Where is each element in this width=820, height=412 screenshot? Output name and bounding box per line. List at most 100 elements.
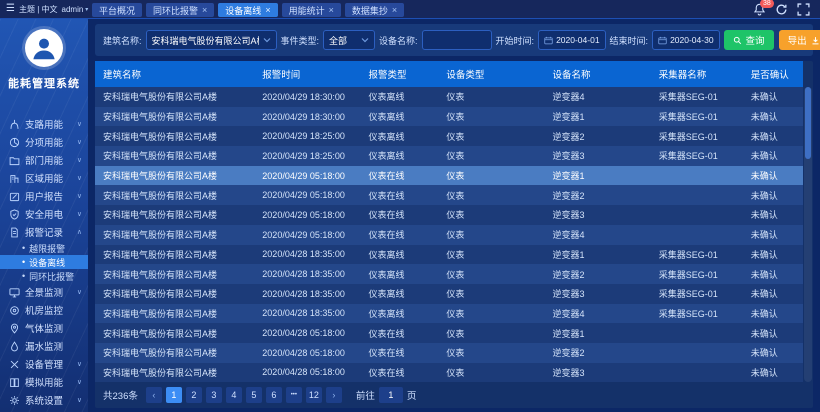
table-cell <box>651 363 743 382</box>
sidebar-item-label: 设备管理 <box>25 357 72 371</box>
table-cell: 未确认 <box>743 264 803 284</box>
sidebar-item-user-report[interactable]: 用户报告∨ <box>0 187 88 205</box>
goto-page-input[interactable] <box>379 387 403 403</box>
export-button[interactable]: 导出 <box>779 30 820 50</box>
table-cell: 仪表 <box>438 126 544 146</box>
bullet-icon: • <box>22 258 25 267</box>
start-date-picker[interactable]: 2020-04-01 <box>538 30 605 50</box>
table-cell: 仪表在线 <box>360 205 438 225</box>
page-button-4[interactable]: 4 <box>226 387 242 403</box>
submenu-item-label: 同环比报警 <box>29 270 74 283</box>
sidebar-item-simulation-energy[interactable]: 模拟用能∨ <box>0 373 88 391</box>
building-select[interactable]: 安科瑞电气股份有限公司A楼 <box>146 30 277 50</box>
table-row[interactable]: 安科瑞电气股份有限公司A楼2020/04/29 05:18:00仪表在线仪表逆变… <box>95 166 803 186</box>
tab-device-offline[interactable]: 设备离线× <box>218 3 277 17</box>
event-type-select-value: 全部 <box>329 34 347 47</box>
page-button-12[interactable]: 12 <box>306 387 322 403</box>
page-button-1[interactable]: 1 <box>166 387 182 403</box>
sidebar-item-device-mgmt[interactable]: 设备管理∨ <box>0 355 88 373</box>
close-icon[interactable]: × <box>329 6 334 15</box>
table-cell: 未确认 <box>743 126 803 146</box>
sidebar-item-system-settings[interactable]: 系统设置∨ <box>0 391 88 409</box>
page-button-5[interactable]: 5 <box>246 387 262 403</box>
fullscreen-icon[interactable] <box>797 3 810 16</box>
page-button-2[interactable]: 2 <box>186 387 202 403</box>
table-row[interactable]: 安科瑞电气股份有限公司A楼2020/04/29 18:25:00仪表离线仪表逆变… <box>95 146 803 166</box>
tab-energy-stats[interactable]: 用能统计× <box>282 3 341 17</box>
sidebar-item-alarm-records[interactable]: 报警记录∧ <box>0 223 88 241</box>
table-cell: 仪表在线 <box>360 185 438 205</box>
chevron-down-icon <box>263 36 271 44</box>
theme-language-switcher[interactable]: 主题 | 中文 <box>19 4 58 15</box>
close-icon[interactable]: × <box>265 6 270 15</box>
device-name-input[interactable] <box>422 30 492 50</box>
table-cell: 仪表 <box>438 107 544 127</box>
close-icon[interactable]: × <box>392 6 397 15</box>
sidebar-subitem-yoy-alarm[interactable]: • 同环比报警 <box>0 269 88 283</box>
table-row[interactable]: 安科瑞电气股份有限公司A楼2020/04/28 18:35:00仪表离线仪表逆变… <box>95 264 803 284</box>
sidebar-item-subitem-energy[interactable]: 分项用能∨ <box>0 133 88 151</box>
table-cell: 仪表离线 <box>360 284 438 304</box>
table-row[interactable]: 安科瑞电气股份有限公司A楼2020/04/29 05:18:00仪表在线仪表逆变… <box>95 205 803 225</box>
ellipsis-pages-button[interactable]: ••• <box>286 387 302 403</box>
prev-page-button[interactable]: ‹ <box>146 387 162 403</box>
tab-label: 同环比报警 <box>153 4 198 17</box>
table-cell: 采集器SEG-01 <box>651 87 743 107</box>
table-row[interactable]: 安科瑞电气股份有限公司A楼2020/04/28 18:35:00仪表离线仪表逆变… <box>95 245 803 265</box>
shield-icon <box>9 209 20 220</box>
tab-yoy-alarm[interactable]: 同环比报警 × <box>146 3 214 17</box>
event-type-select[interactable]: 全部 <box>323 30 375 50</box>
sidebar-item-gas-monitor[interactable]: 气体监测 <box>0 319 88 337</box>
table-cell: 仪表离线 <box>360 146 438 166</box>
vertical-scrollbar[interactable] <box>804 87 812 382</box>
chevron-down-icon: ∨ <box>77 396 82 404</box>
sidebar-item-department-energy[interactable]: 部门用能∨ <box>0 151 88 169</box>
sidebar-item-label: 用户报告 <box>25 189 72 203</box>
table-row[interactable]: 安科瑞电气股份有限公司A楼2020/04/28 05:18:00仪表在线仪表逆变… <box>95 343 803 363</box>
sidebar-item-area-energy[interactable]: 区域用能∨ <box>0 169 88 187</box>
search-button[interactable]: 查询 <box>724 30 774 50</box>
table-row[interactable]: 安科瑞电气股份有限公司A楼2020/04/28 05:18:00仪表在线仪表逆变… <box>95 363 803 382</box>
sidebar-item-safe-power[interactable]: 安全用电∨ <box>0 205 88 223</box>
column-header: 采集器名称 <box>651 61 743 87</box>
tab-platform-overview[interactable]: 平台概况 <box>92 3 142 17</box>
table-row[interactable]: 安科瑞电气股份有限公司A楼2020/04/29 18:30:00仪表离线仪表逆变… <box>95 87 803 107</box>
sidebar-item-panorama-monitor[interactable]: 全景监测∨ <box>0 283 88 301</box>
pin-icon <box>9 323 20 334</box>
table-row[interactable]: 安科瑞电气股份有限公司A楼2020/04/29 18:25:00仪表离线仪表逆变… <box>95 126 803 146</box>
table-row[interactable]: 安科瑞电气股份有限公司A楼2020/04/28 18:35:00仪表离线仪表逆变… <box>95 284 803 304</box>
scrollbar-thumb[interactable] <box>805 87 811 159</box>
sidebar-item-branch-energy[interactable]: 支路用能∨ <box>0 115 88 133</box>
branch-icon <box>9 119 20 130</box>
table-row[interactable]: 安科瑞电气股份有限公司A楼2020/04/29 05:18:00仪表在线仪表逆变… <box>95 185 803 205</box>
table-cell: 2020/04/29 18:25:00 <box>254 126 360 146</box>
bullet-icon: • <box>22 272 25 281</box>
sidebar-item-room-monitor[interactable]: 机房监控 <box>0 301 88 319</box>
table-row[interactable]: 安科瑞电气股份有限公司A楼2020/04/29 05:18:00仪表在线仪表逆变… <box>95 225 803 245</box>
next-page-button[interactable]: › <box>326 387 342 403</box>
sidebar-item-label: 全景监测 <box>25 285 72 299</box>
sidebar-subitem-device-offline[interactable]: •设备离线 <box>0 255 88 269</box>
table-cell: 仪表离线 <box>360 245 438 265</box>
system-title: 能耗管理系统 <box>0 75 88 91</box>
column-header: 报警类型 <box>360 61 438 87</box>
sidebar-subitem-limit-alarm[interactable]: •越限报警 <box>0 241 88 255</box>
event-type-label: 事件类型: <box>281 34 320 47</box>
table-row[interactable]: 安科瑞电气股份有限公司A楼2020/04/28 05:18:00仪表在线仪表逆变… <box>95 323 803 343</box>
page-button-3[interactable]: 3 <box>206 387 222 403</box>
bell-icon[interactable]: 38 <box>753 3 766 16</box>
end-date-picker[interactable]: 2020-04-30 <box>652 30 719 50</box>
chevron-down-icon: ∨ <box>77 174 82 182</box>
table-cell: 2020/04/28 05:18:00 <box>254 363 360 382</box>
table-cell: 仪表离线 <box>360 107 438 127</box>
page-button-6[interactable]: 6 <box>266 387 282 403</box>
hamburger-icon[interactable]: ☰ <box>6 4 15 14</box>
sidebar-item-leak-monitor[interactable]: 漏水监测 <box>0 337 88 355</box>
table-cell: 仪表离线 <box>360 304 438 324</box>
user-menu[interactable]: admin ▾ <box>62 5 89 14</box>
table-row[interactable]: 安科瑞电气股份有限公司A楼2020/04/29 18:30:00仪表离线仪表逆变… <box>95 107 803 127</box>
refresh-icon[interactable] <box>775 3 788 16</box>
tab-data-reading[interactable]: 数据集抄× <box>345 3 404 17</box>
table-row[interactable]: 安科瑞电气股份有限公司A楼2020/04/28 18:35:00仪表离线仪表逆变… <box>95 304 803 324</box>
close-icon[interactable]: × <box>202 6 207 15</box>
